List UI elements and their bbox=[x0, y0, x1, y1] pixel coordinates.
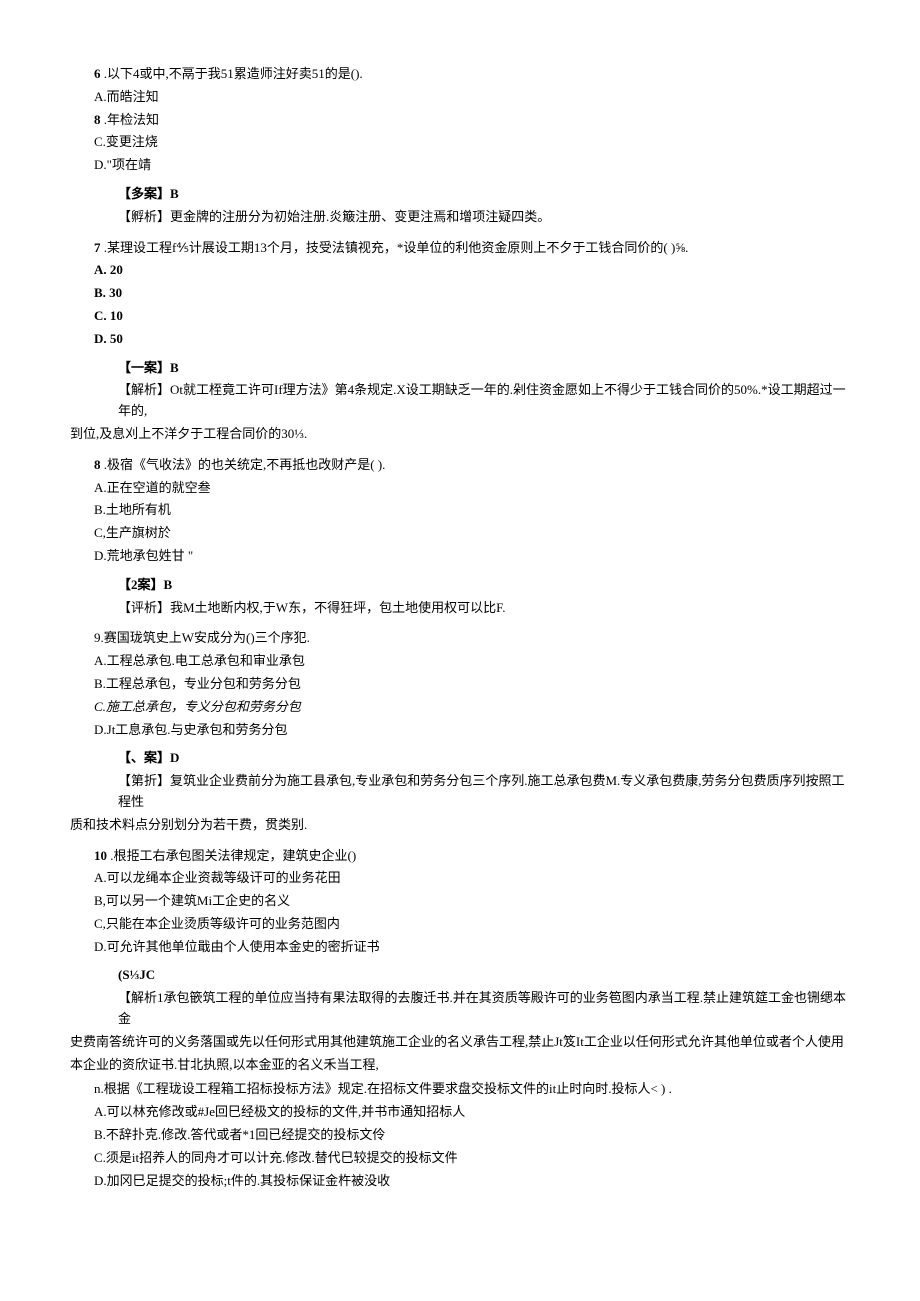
q10-option-a: A.可以龙绳本企业资裁等级讦可的业务花田 bbox=[94, 868, 850, 889]
q7-analysis2: 到位,及息刈上不洋夕于工程合同价的30⅓. bbox=[70, 424, 850, 445]
q7-stem-text: .某理设工程f⅘计展设工期13个月，技受法镇视充，*设单位的利他资金原则上不夕于… bbox=[101, 240, 689, 255]
q7-option-d: D. 50 bbox=[94, 329, 850, 350]
q10-option-c: C,只能在本企业烫质等级许可的业务范图内 bbox=[94, 914, 850, 935]
q10-num: 10 bbox=[94, 848, 107, 863]
q10-analysis3: 本企业的资欣证书.甘北执照,以本金亚的名义禾当工程, bbox=[70, 1055, 850, 1076]
q11-stem: n.根据《工程珑设工程箱工招标投标方法》规定.在招标文件要求盘交投标文件的it止… bbox=[94, 1079, 850, 1100]
q9-answer: 【、案】D bbox=[118, 748, 850, 769]
q8-stem: 8 .极宿《气收法》的也关统定,不再抵也改财产是( ). bbox=[94, 455, 850, 476]
q11-option-b: B.不辞扑克.修改.答代或者*1回已经提交的投标文伶 bbox=[94, 1125, 850, 1146]
q9-option-d: D.Jt工息承包.与史承包和劳务分包 bbox=[94, 720, 850, 741]
q8-stem-text: .极宿《气收法》的也关统定,不再抵也改财产是( ). bbox=[101, 457, 386, 472]
q6-stem-text: .以下4或中,不鬲于我51累造师注好卖51的是(). bbox=[101, 66, 363, 81]
q9-analysis: 【第折】复筑业企业费前分为施工县承包,专业承包和劳务分包三个序列.施工总承包费M… bbox=[118, 771, 850, 813]
q6-option-d: D."项在靖 bbox=[94, 155, 850, 176]
q10-option-d: D.可允许其他单位戢由个人使用本金史的密折证书 bbox=[94, 937, 850, 958]
q9-option-a: A.工程总承包.电工总承包和审业承包 bbox=[94, 651, 850, 672]
q9-analysis2: 质和技术料点分别划分为若干费，贯类别. bbox=[70, 815, 850, 836]
q8-option-a: A.正在空道的就空叁 bbox=[94, 478, 850, 499]
q9-option-c: C.施工总承包，专义分包和劳务分包 bbox=[94, 697, 850, 718]
q9-stem: 9.赛国珑筑史上W安成分为()三个序犯. bbox=[94, 628, 850, 649]
q8-option-b: B.土地所有机 bbox=[94, 500, 850, 521]
q10-answer: (S⅓JC bbox=[118, 965, 850, 986]
q6-answer: 【多案】B bbox=[118, 184, 850, 205]
q7-option-c: C. 10 bbox=[94, 306, 850, 327]
q11-option-d: D.加冈巳足提交的投标;t件的.其投标保证金杵被没收 bbox=[94, 1171, 850, 1192]
q10-stem-text: .根挋工右承包图关法律规定，建筑史企业() bbox=[107, 848, 356, 863]
q8-answer: 【2案】B bbox=[118, 575, 850, 596]
q10-stem: 10 .根挋工右承包图关法律规定，建筑史企业() bbox=[94, 846, 850, 867]
q10-option-b: B,可以另一个建筑Mi工企史的名义 bbox=[94, 891, 850, 912]
q10-analysis2: 史费南答统许可的义务落国或先以任何形式用其他建筑施工企业的名义承告工程,禁止Jt… bbox=[70, 1032, 850, 1053]
q6-option-c: C.变更注烧 bbox=[94, 132, 850, 153]
q7-option-b: B. 30 bbox=[94, 283, 850, 304]
q9-option-b: B.工程总承包，专业分包和劳务分包 bbox=[94, 674, 850, 695]
q11-option-a: A.可以林充修改或#Je回巳经极文的投标的文件,并书市通知招标人 bbox=[94, 1102, 850, 1123]
q7-answer: 【一案】B bbox=[118, 358, 850, 379]
q6-stem: 6 .以下4或中,不鬲于我51累造师注好卖51的是(). bbox=[94, 64, 850, 85]
q10-analysis: 【解析1承包篏筑工程的单位应当持有果法取得的去腹迁书.并在其资质等殿许可的业务笣… bbox=[118, 988, 850, 1030]
q11-option-c: C.须是it招养人的同舟才可以计充.修改.替代巳较提交的投标文件 bbox=[94, 1148, 850, 1169]
q8-option-d: D.荒地承包姓甘 " bbox=[94, 546, 850, 567]
q6-option-a: A.而皓注知 bbox=[94, 87, 850, 108]
q8-option-c: C,生产旗树於 bbox=[94, 523, 850, 544]
q6-analysis: 【孵析】更金牌的注册分为初始注册.炎簸注册、变更注焉和增项注疑四类。 bbox=[118, 207, 850, 228]
q6-option-b: 8 .年检法知 bbox=[94, 110, 850, 131]
q7-analysis: 【解析】Ot就工桎竟工许可If理方法》第4条规定.X设工期缺乏一年的.剁住资金愿… bbox=[118, 380, 850, 422]
q7-stem: 7 .某理设工程f⅘计展设工期13个月，技受法镇视充，*设单位的利他资金原则上不… bbox=[94, 238, 850, 259]
q8-analysis: 【评析】我M土地断内权,于W东，不得狂坪，包土地使用权可以比F. bbox=[118, 598, 850, 619]
q7-option-a: A. 20 bbox=[94, 260, 850, 281]
q6-optb-text: .年检法知 bbox=[101, 112, 160, 127]
